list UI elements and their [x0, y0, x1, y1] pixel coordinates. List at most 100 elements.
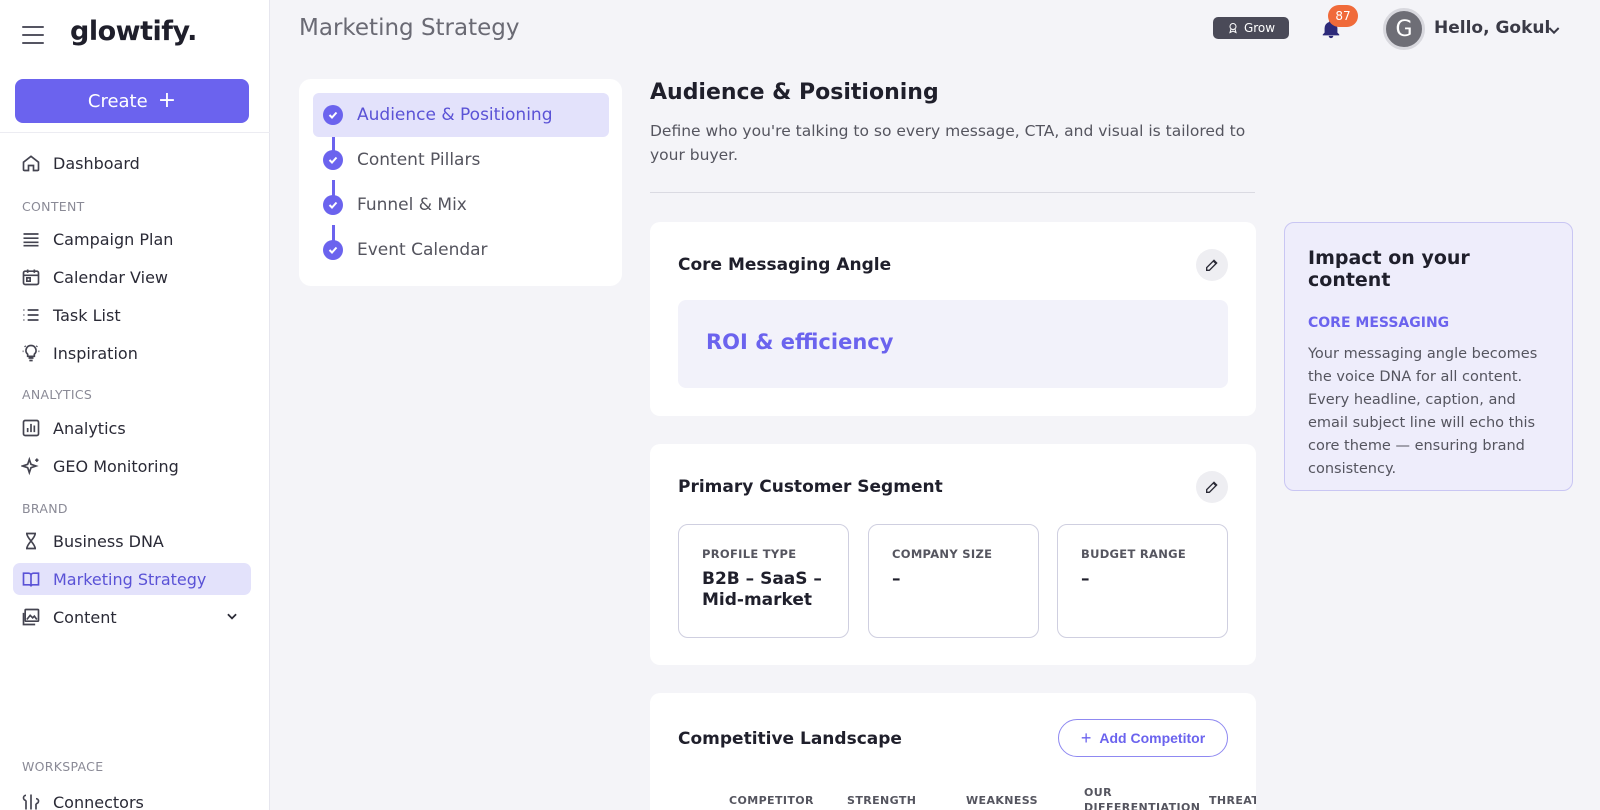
avatar[interactable]: G [1383, 8, 1425, 50]
card-title: Competitive Landscape [678, 729, 902, 749]
segment-field-value: – [1081, 569, 1090, 589]
edit-button[interactable] [1196, 249, 1228, 281]
section-description: Define who you're talking to so every me… [650, 122, 1246, 164]
pencil-icon [1206, 481, 1218, 493]
sidebar-item-label: Inspiration [53, 343, 138, 363]
step-label: Funnel & Mix [357, 195, 467, 215]
section-divider [650, 192, 1255, 193]
analytics-icon [21, 418, 41, 438]
rocket-icon [1229, 23, 1237, 34]
grow-badge[interactable]: Grow [1213, 17, 1289, 39]
strategy-stepper: Audience & Positioning Content Pillars F… [299, 79, 622, 286]
notification-count: 87 [1328, 5, 1358, 27]
column-header-weakness: WEAKNESS [966, 794, 1038, 807]
chevron-down-icon[interactable] [225, 609, 239, 623]
sidebar-item-analytics[interactable]: Analytics [13, 412, 251, 444]
menu-icon[interactable] [22, 26, 44, 44]
logo: glowtify. [70, 16, 197, 47]
check-circle-icon [323, 105, 343, 125]
sidebar-item-label: GEO Monitoring [53, 456, 179, 476]
column-header-competitor: COMPETITOR [729, 794, 814, 807]
segment-field-profile-type: PROFILE TYPE B2B – SaaS – Mid-market [678, 524, 849, 638]
calendar-icon [21, 267, 41, 287]
segment-field-budget-range: BUDGET RANGE – [1057, 524, 1228, 638]
section-label-content: CONTENT [22, 199, 85, 214]
check-circle-icon [323, 240, 343, 260]
sidebar-item-label: Campaign Plan [53, 229, 174, 249]
campaign-icon [21, 229, 41, 249]
messaging-angle-box: ROI & efficiency [678, 300, 1228, 388]
segment-field-label: PROFILE TYPE [702, 547, 797, 561]
sidebar-item-inspiration[interactable]: Inspiration [13, 337, 251, 369]
lightbulb-icon [21, 343, 41, 363]
gallery-icon [21, 607, 41, 627]
column-header-strength: STRENGTH [847, 794, 917, 807]
sidebar-item-connectors[interactable]: Connectors [13, 786, 251, 810]
card-title: Core Messaging Angle [678, 255, 892, 275]
user-greeting[interactable]: Hello, Gokul [1434, 18, 1550, 38]
sidebar-item-business-dna[interactable]: Business DNA [13, 525, 251, 557]
column-header-threat: THREAT [1209, 794, 1256, 807]
create-button[interactable]: Create + [15, 79, 249, 123]
card-title: Primary Customer Segment [678, 477, 943, 497]
list-icon [21, 305, 41, 325]
step-audience-positioning[interactable]: Audience & Positioning [313, 93, 609, 137]
sidebar-item-label: Calendar View [53, 267, 168, 287]
step-label: Content Pillars [357, 150, 481, 170]
edit-button[interactable] [1196, 471, 1228, 503]
page-title: Marketing Strategy [299, 15, 520, 41]
impact-subtitle: CORE MESSAGING [1308, 315, 1450, 331]
segment-field-value: – [892, 569, 901, 589]
add-competitor-label: Add Competitor [1099, 730, 1206, 746]
sidebar-item-label: Business DNA [53, 531, 164, 551]
segment-field-label: BUDGET RANGE [1081, 547, 1187, 561]
step-content-pillars[interactable]: Content Pillars [313, 138, 609, 182]
sidebar-item-calendar-view[interactable]: Calendar View [13, 261, 251, 293]
section-label-brand: BRAND [22, 501, 68, 516]
sidebar-divider [0, 132, 270, 133]
dna-icon [21, 531, 41, 551]
segment-field-company-size: COMPANY SIZE – [868, 524, 1039, 638]
section-title: Audience & Positioning [650, 80, 939, 105]
step-funnel-mix[interactable]: Funnel & Mix [313, 183, 609, 227]
step-event-calendar[interactable]: Event Calendar [313, 228, 609, 272]
core-messaging-card: Core Messaging Angle ROI & efficiency [650, 222, 1256, 416]
sidebar-item-marketing-strategy[interactable]: Marketing Strategy [13, 563, 251, 595]
connector-icon [21, 792, 41, 810]
sidebar-item-campaign-plan[interactable]: Campaign Plan [13, 223, 251, 255]
book-icon [21, 569, 41, 589]
sidebar-item-label: Marketing Strategy [53, 569, 207, 589]
pencil-icon [1206, 259, 1218, 271]
sparkle-icon [21, 456, 41, 476]
plus-icon: + [157, 88, 177, 113]
sidebar: glowtify. Create + Dashboard CONTENT Cam… [0, 0, 270, 810]
sidebar-item-dashboard[interactable]: Dashboard [13, 147, 251, 179]
create-label: Create [87, 90, 148, 112]
segment-field-label: COMPANY SIZE [892, 547, 993, 561]
section-label-analytics: ANALYTICS [22, 387, 93, 402]
impact-card: Impact on your content CORE MESSAGING Yo… [1284, 222, 1573, 491]
grow-label: Grow [1243, 21, 1276, 35]
plus-icon: + [1080, 727, 1092, 748]
sidebar-item-label: Content [53, 607, 117, 627]
check-circle-icon [323, 195, 343, 215]
sidebar-item-geo-monitoring[interactable]: GEO Monitoring [13, 450, 251, 482]
sidebar-item-label: Analytics [53, 418, 126, 438]
step-label: Audience & Positioning [357, 105, 553, 125]
add-competitor-button[interactable]: + Add Competitor [1058, 719, 1228, 757]
section-label-workspace: WORKSPACE [22, 759, 104, 774]
competitive-landscape-card: Competitive Landscape + Add Competitor C… [650, 693, 1256, 810]
sidebar-item-content[interactable]: Content [13, 601, 251, 633]
home-icon [21, 153, 41, 173]
sidebar-item-label: Dashboard [53, 153, 140, 173]
sidebar-item-task-list[interactable]: Task List [13, 299, 251, 331]
impact-title: Impact on your content [1308, 247, 1470, 291]
messaging-angle-value: ROI & efficiency [706, 330, 894, 354]
check-circle-icon [323, 150, 343, 170]
segment-field-value: B2B – SaaS – Mid-market [702, 569, 822, 610]
step-label: Event Calendar [357, 240, 488, 260]
column-header-differentiation: OUR DIFFERENTIATION [1084, 786, 1201, 810]
chevron-down-icon[interactable] [1546, 22, 1562, 38]
customer-segment-card: Primary Customer Segment PROFILE TYPE B2… [650, 444, 1256, 665]
sidebar-item-label: Connectors [53, 792, 144, 810]
